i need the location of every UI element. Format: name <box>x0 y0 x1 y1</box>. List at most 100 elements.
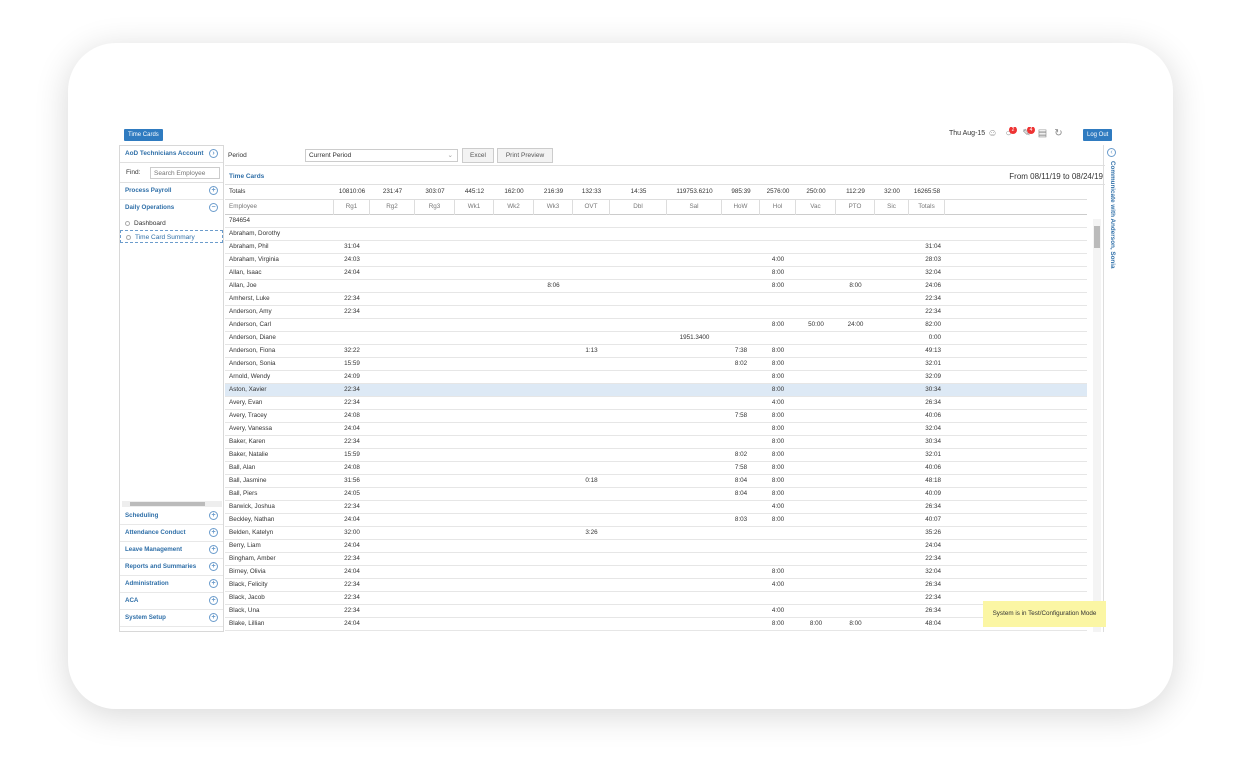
expand-icon[interactable]: + <box>209 596 218 605</box>
pane-toggle-icon[interactable]: ‹ <box>1107 148 1116 157</box>
section-leave-management[interactable]: Leave Management + <box>120 542 223 559</box>
expand-icon[interactable]: + <box>209 186 218 195</box>
column-header[interactable]: HoW <box>722 200 760 215</box>
table-row[interactable]: Anderson, Carl 8:00 50:00 24:00 82:00 <box>225 319 1087 332</box>
table-row[interactable]: Allan, Joe 8:06 8:00 8:00 24:06 <box>225 280 1087 293</box>
table-row[interactable]: Black, Una 22:34 4:00 26:34 <box>225 605 1087 618</box>
messages-icon[interactable]: ✎ 4 <box>1021 127 1035 139</box>
column-header[interactable]: Sal <box>667 200 722 215</box>
print-preview-button[interactable]: Print Preview <box>497 148 553 163</box>
table-row[interactable]: Abraham, Dorothy <box>225 228 1087 241</box>
expand-icon[interactable]: + <box>209 545 218 554</box>
communicate-pane[interactable]: ‹ Communicate with Anderson, Sonia <box>1103 145 1121 632</box>
table-row[interactable]: Abraham, Virginia 24:03 4:00 28:03 <box>225 254 1087 267</box>
table-row[interactable]: Anderson, Amy 22:34 22:34 <box>225 306 1087 319</box>
search-employee-input[interactable] <box>150 167 220 179</box>
column-header[interactable]: PTO <box>836 200 875 215</box>
table-row[interactable]: Anderson, Sonia 15:59 8:02 8:00 32:01 <box>225 358 1087 371</box>
table-row[interactable]: Avery, Tracey 24:08 7:58 8:00 40:06 <box>225 410 1087 423</box>
table-row[interactable]: Ball, Alan 24:08 7:58 8:00 40:06 <box>225 462 1087 475</box>
time-cell: 4:00 <box>771 607 785 614</box>
column-header[interactable]: Vac <box>796 200 836 215</box>
expand-icon[interactable]: + <box>209 579 218 588</box>
section-daily-operations[interactable]: Daily Operations − <box>120 200 223 217</box>
totals-cell: 162:00 <box>504 188 524 195</box>
section-scheduling[interactable]: Scheduling + <box>120 508 223 525</box>
column-header[interactable]: Wk1 <box>455 200 494 215</box>
table-row[interactable]: Baker, Natalie 15:59 8:02 8:00 32:01 <box>225 449 1087 462</box>
table-row[interactable]: Baker, Karen 22:34 8:00 30:34 <box>225 436 1087 449</box>
table-row[interactable]: Abraham, Phil 31:04 31:04 <box>225 241 1087 254</box>
scrollbar-thumb[interactable] <box>1094 226 1100 248</box>
column-header[interactable]: Rg2 <box>370 200 415 215</box>
table-scrollbar[interactable] <box>1093 219 1101 632</box>
time-cell: 8:04 <box>734 477 748 484</box>
section-administration[interactable]: Administration + <box>120 576 223 593</box>
table-row[interactable]: Aston, Xavier 22:34 8:00 30:34 <box>225 384 1087 397</box>
time-cell: 26:34 <box>925 607 941 614</box>
column-header[interactable]: Rg1 <box>334 200 370 215</box>
column-header[interactable]: Totals <box>909 200 945 215</box>
table-row[interactable]: Belden, Katelyn 32:00 3:26 35:26 <box>225 527 1087 540</box>
alerts-icon[interactable]: ○ 2 <box>1003 127 1017 139</box>
account-name: AoD Technicians Account <box>125 150 204 157</box>
time-cell: 22:34 <box>344 438 360 445</box>
expand-icon[interactable]: + <box>209 528 218 537</box>
refresh-icon[interactable]: ↻ <box>1053 128 1064 139</box>
logout-button[interactable]: Log Out <box>1083 129 1113 141</box>
user-icon[interactable]: ☺ <box>987 128 998 139</box>
section-attendance-conduct[interactable]: Attendance Conduct + <box>120 525 223 542</box>
nav-item-time-card-summary[interactable]: Time Card Summary <box>120 230 223 243</box>
account-switch-icon[interactable]: › <box>209 149 218 158</box>
expand-icon[interactable]: + <box>209 562 218 571</box>
table-row[interactable]: Ball, Jasmine 31:56 0:18 8:04 8:00 48:18 <box>225 475 1087 488</box>
table-row[interactable]: Avery, Evan 22:34 4:00 26:34 <box>225 397 1087 410</box>
collapse-icon[interactable]: − <box>209 203 218 212</box>
table-row[interactable]: Avery, Vanessa 24:04 8:00 32:04 <box>225 423 1087 436</box>
table-row[interactable]: Black, Felicity 22:34 4:00 26:34 <box>225 579 1087 592</box>
table-row[interactable]: Berry, Liam 24:04 24:04 <box>225 540 1087 553</box>
table-row[interactable]: Blake, Lillian 24:04 8:00 8:00 8:00 48:04 <box>225 618 1087 631</box>
column-header[interactable]: Employee <box>225 200 334 215</box>
table-row[interactable]: 784654 <box>225 215 1087 228</box>
scrollbar-thumb[interactable] <box>130 502 205 506</box>
time-cell: 4:00 <box>771 399 785 406</box>
section-label: Scheduling <box>125 512 159 519</box>
table-row[interactable]: Black, Jacob 22:34 22:34 <box>225 592 1087 605</box>
table-row[interactable]: Birney, Olivia 24:04 8:00 32:04 <box>225 566 1087 579</box>
section-reports-and-summaries[interactable]: Reports and Summaries + <box>120 559 223 576</box>
column-header[interactable]: Wk2 <box>494 200 534 215</box>
column-header[interactable]: Hol <box>760 200 796 215</box>
section-process-payroll[interactable]: Process Payroll + <box>120 183 223 200</box>
table-row[interactable]: Anderson, Fiona 32:22 1:13 7:38 8:00 49:13 <box>225 345 1087 358</box>
table-row[interactable]: Amherst, Luke 22:34 22:34 <box>225 293 1087 306</box>
column-header[interactable]: OVT <box>573 200 610 215</box>
column-header[interactable]: Dbl <box>610 200 667 215</box>
column-header[interactable]: Sic <box>875 200 909 215</box>
table-row[interactable]: Beckley, Nathan 24:04 8:03 8:00 40:07 <box>225 514 1087 527</box>
totals-cell: 16265:58 <box>913 188 941 195</box>
table-row[interactable]: Barwick, Joshua 22:34 4:00 26:34 <box>225 501 1087 514</box>
sidebar-scrollbar[interactable] <box>122 501 222 507</box>
expand-icon[interactable]: + <box>209 613 218 622</box>
account-selector[interactable]: AoD Technicians Account › <box>120 146 223 163</box>
table-row[interactable]: Arnold, Wendy 24:09 8:00 32:09 <box>225 371 1087 384</box>
table-row[interactable]: Anderson, Diane 1951.3400 0:00 <box>225 332 1087 345</box>
expand-icon[interactable]: + <box>209 511 218 520</box>
excel-button[interactable]: Excel <box>462 148 494 163</box>
employee-name: Avery, Tracey <box>229 412 267 419</box>
period-select[interactable]: Current Period ⌄ <box>305 149 458 162</box>
column-header[interactable]: Rg3 <box>415 200 455 215</box>
table-row[interactable]: Allan, Isaac 24:04 8:00 32:04 <box>225 267 1087 280</box>
document-icon[interactable]: ▤ <box>1037 128 1048 139</box>
employee-name: Avery, Evan <box>229 399 263 406</box>
table-row[interactable]: Bingham, Amber 22:34 22:34 <box>225 553 1087 566</box>
nav-item-dashboard[interactable]: Dashboard <box>120 217 223 230</box>
section-system-setup[interactable]: System Setup + <box>120 610 223 627</box>
time-cards-button[interactable]: Time Cards <box>124 129 163 141</box>
column-header[interactable]: Wk3 <box>534 200 573 215</box>
time-cell: 32:04 <box>925 568 941 575</box>
section-aca[interactable]: ACA + <box>120 593 223 610</box>
app-window: Time Cards Thu Aug-15 ☺ ○ 2 ✎ 4 ▤ ↻ Log Ou… <box>119 127 1121 632</box>
table-row[interactable]: Ball, Piers 24:05 8:04 8:00 40:09 <box>225 488 1087 501</box>
